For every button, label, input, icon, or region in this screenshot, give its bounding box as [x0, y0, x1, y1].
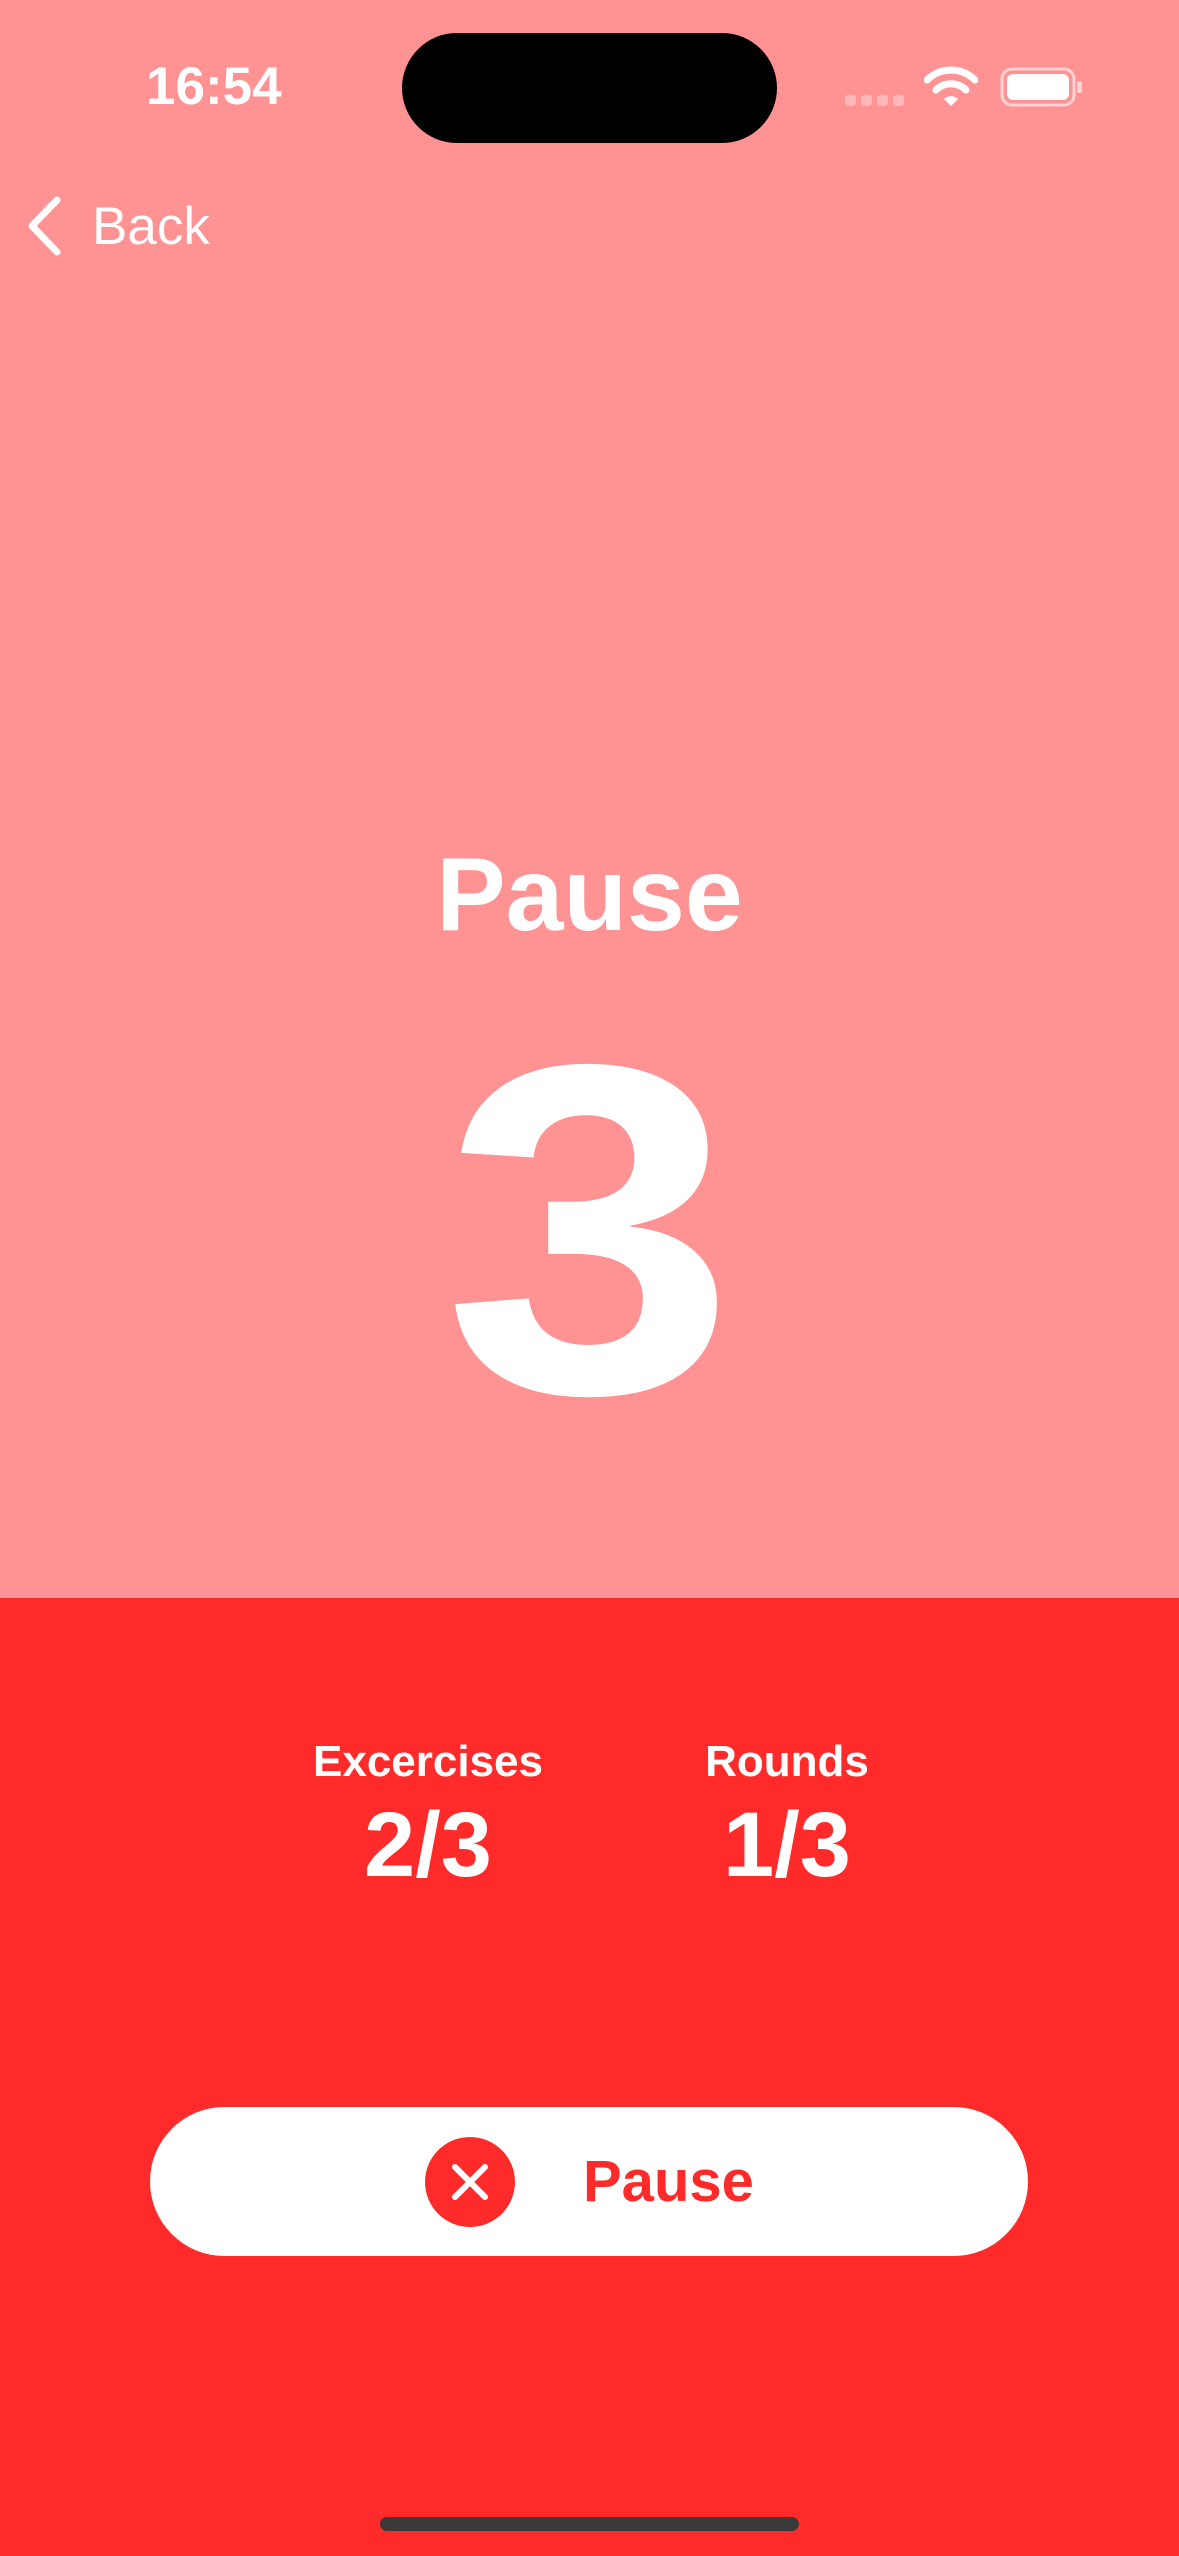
- exercises-value: 2/3: [364, 1794, 492, 1896]
- rounds-value: 1/3: [723, 1794, 851, 1896]
- wifi-icon: [924, 66, 978, 106]
- chevron-left-icon: [28, 196, 61, 256]
- exercises-label: Excercises: [313, 1737, 543, 1786]
- status-time: 16:54: [146, 57, 282, 116]
- rounds-stat: Rounds 1/3: [627, 1734, 947, 1900]
- back-button[interactable]: Back: [24, 190, 210, 262]
- pause-button[interactable]: Pause: [150, 2107, 1028, 2256]
- countdown-value: 3: [443, 967, 736, 1492]
- close-icon: [425, 2137, 515, 2227]
- home-indicator[interactable]: [380, 2517, 799, 2531]
- controls-area: [0, 1598, 1179, 2556]
- phase-title: Pause: [436, 837, 743, 953]
- exercises-stat: Excercises 2/3: [268, 1734, 588, 1900]
- dynamic-island: [402, 33, 777, 143]
- rounds-label: Rounds: [705, 1737, 869, 1786]
- back-label: Back: [92, 196, 210, 256]
- pause-button-label: Pause: [583, 2149, 754, 2214]
- battery-icon: [1000, 67, 1082, 107]
- cellular-signal-icon: [845, 95, 905, 109]
